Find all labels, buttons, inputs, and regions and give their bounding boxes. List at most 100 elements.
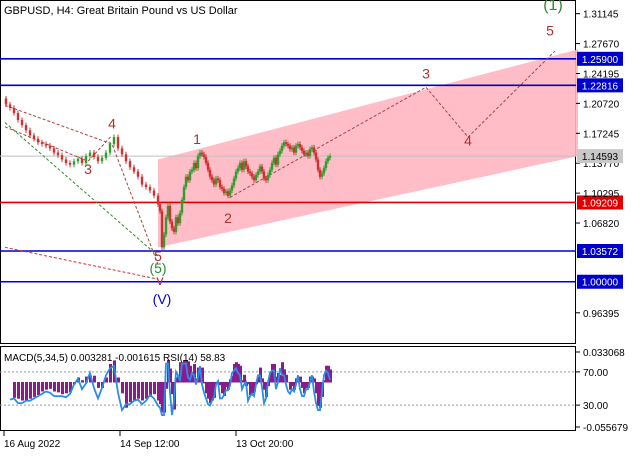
candle-body <box>190 169 194 172</box>
macd-bar <box>141 382 144 401</box>
macd-bar <box>21 382 24 401</box>
macd-bar <box>93 375 96 383</box>
candle-body <box>196 156 200 169</box>
candle-body <box>200 152 204 155</box>
macd-bar <box>37 382 40 396</box>
candle-body <box>248 171 252 174</box>
candle-body <box>8 104 12 108</box>
candle-body <box>136 171 140 177</box>
level-label-0: 1.25900 <box>582 55 619 66</box>
wave-label-5: 4 <box>464 133 472 149</box>
candle-body <box>298 144 302 148</box>
candle-body <box>210 176 214 181</box>
price-tick-label-0: 1.31145 <box>583 10 619 21</box>
candle-body <box>250 173 254 177</box>
candle-body <box>104 152 108 158</box>
macd-bar <box>81 380 84 383</box>
macd-bar <box>97 382 100 388</box>
candle-body <box>268 169 272 176</box>
macd-bar <box>121 382 124 394</box>
candle-body <box>220 187 224 189</box>
ind-tick-label-2: 30.00 <box>583 401 608 412</box>
candle-body <box>278 150 282 155</box>
candle-body <box>28 130 32 136</box>
candle-body <box>236 168 240 172</box>
candle-body <box>36 138 40 143</box>
chart-title: GBPUSD, H4: Great Britain Pound vs US Do… <box>4 5 238 17</box>
wave-label-11: (1) <box>543 0 563 14</box>
candle-body <box>230 185 234 191</box>
candle-body <box>286 144 290 146</box>
candle-body <box>48 145 52 149</box>
candle-body <box>218 180 222 188</box>
macd-bar <box>129 382 132 403</box>
candle-body <box>40 142 44 145</box>
candle-body <box>56 152 60 156</box>
candle-body <box>234 171 238 179</box>
candle-body <box>266 175 270 181</box>
candle-body <box>246 166 250 172</box>
candle-body <box>328 156 332 158</box>
candle-body <box>158 204 162 212</box>
wave-label-6: 5 <box>546 23 554 39</box>
candle-body <box>308 149 312 157</box>
candle-body <box>116 137 120 149</box>
price-tick-label-6: 1.10295 <box>583 189 620 200</box>
wave-label-1: 3 <box>84 161 92 177</box>
wave-label-10: (V) <box>153 291 172 307</box>
wave-label-2: 1 <box>193 131 201 147</box>
candle-body <box>80 158 84 163</box>
macd-bar <box>41 382 44 392</box>
candle-body <box>24 125 28 131</box>
time-tick-label-0: 16 Aug 2022 <box>4 439 61 450</box>
macd-bar <box>17 382 20 399</box>
level-label-3: 1.03572 <box>582 247 619 258</box>
level-label-1: 1.22816 <box>582 81 619 92</box>
macd-bar <box>53 382 56 392</box>
candle-body <box>244 161 248 167</box>
candle-body <box>4 98 8 105</box>
candle-body <box>206 162 210 170</box>
candle-body <box>60 155 64 160</box>
candle-body <box>320 173 324 177</box>
candle-body <box>270 162 274 170</box>
candle-body <box>76 158 80 162</box>
wave-label-0: 4 <box>108 116 116 132</box>
price-tick-label-3: 1.20720 <box>583 99 620 110</box>
macd-bar <box>117 377 120 383</box>
candle-body <box>162 234 166 248</box>
candle-body <box>148 187 152 191</box>
candle-body <box>276 154 280 165</box>
macd-bar <box>57 382 60 393</box>
macd-bar <box>49 382 52 389</box>
candle-body <box>44 144 48 146</box>
candle-body <box>228 190 232 196</box>
price-tick-label-8: 0.96395 <box>583 309 620 320</box>
candle-body <box>52 148 56 153</box>
candle-body <box>96 156 100 162</box>
candle-body <box>314 152 318 160</box>
candle-body <box>208 169 212 177</box>
time-axis: 16 Aug 2022 14 Sep 12:00 13 Oct 20:00 <box>3 431 294 450</box>
candle-body <box>180 199 184 213</box>
current-price-label: 1.14593 <box>582 152 619 163</box>
candle-body <box>92 152 96 157</box>
candle-body <box>156 195 160 205</box>
macd-bar <box>133 382 136 401</box>
macd-bar <box>13 382 16 398</box>
macd-bar <box>145 382 148 399</box>
macd-bar <box>137 382 140 399</box>
macd-bar <box>25 382 28 401</box>
price-tick-label-1: 1.27670 <box>583 40 620 51</box>
candle-body <box>100 157 104 162</box>
candle-body <box>152 190 156 196</box>
ind-tick-label-0: 0.033068 <box>583 348 625 359</box>
candle-body <box>300 147 304 151</box>
trading-chart[interactable]: 43123455(5)v(V)(1) 1.259001.228161.09209… <box>0 0 640 457</box>
candle-body <box>128 161 132 168</box>
candle-body <box>108 144 112 153</box>
price-tick-label-2: 1.24195 <box>583 69 620 80</box>
indicator-title: MACD(5,34,5) 0.003281 -0.001615 RSI(14) … <box>4 353 226 364</box>
wave-label-9: v <box>157 272 164 288</box>
candle-body <box>260 166 264 172</box>
